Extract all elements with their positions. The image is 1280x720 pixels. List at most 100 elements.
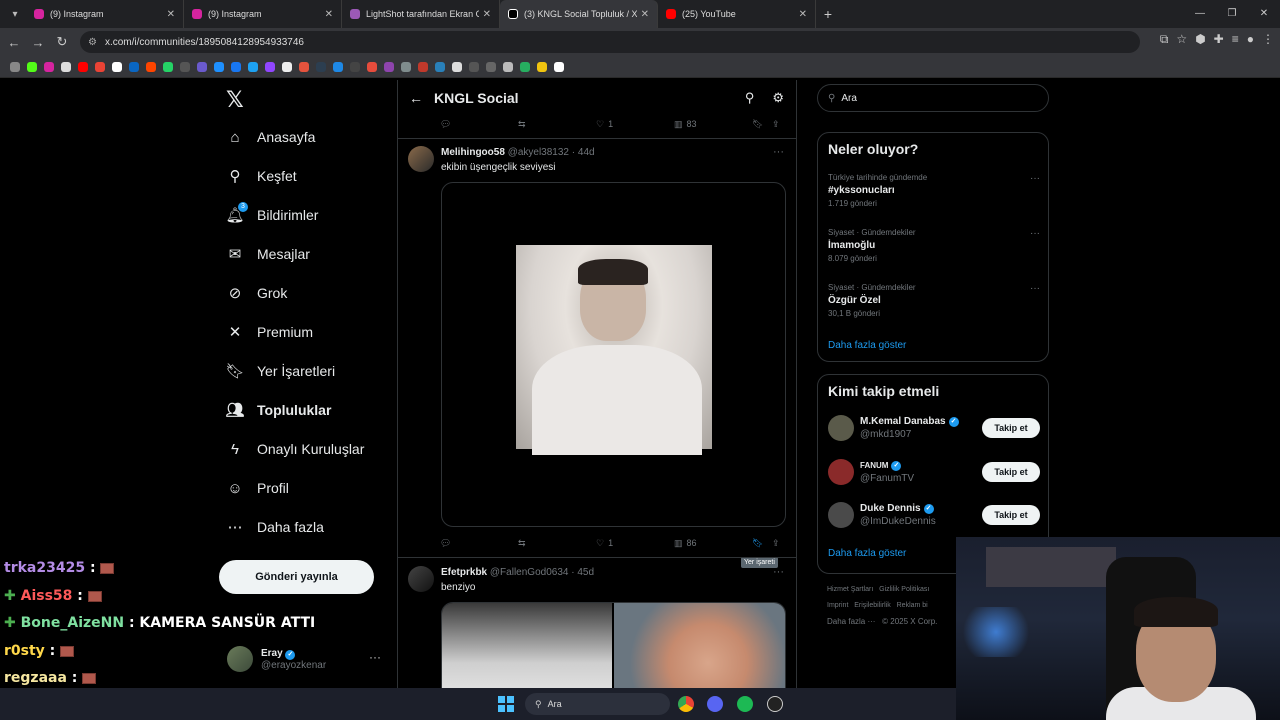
bookmark-icon[interactable] — [265, 61, 275, 72]
tweet-video[interactable] — [441, 182, 786, 527]
apps-icon[interactable] — [10, 61, 20, 72]
gear-icon[interactable]: ⚙ — [772, 90, 784, 106]
tweet-author[interactable]: Melihingoo58 — [441, 147, 505, 158]
nav-item-premium[interactable]: ✕ Premium — [226, 323, 313, 341]
search-input[interactable]: ⚲ Ara — [817, 84, 1049, 112]
bookmark-icon[interactable] — [214, 61, 224, 72]
views-button[interactable]: ▥ 83 — [674, 119, 697, 130]
nav-item-bookmarks[interactable]: 🔖︎ Yer İşaretleri — [225, 362, 335, 380]
nav-item-profile[interactable]: ☺ Profil — [226, 479, 289, 497]
like-button[interactable]: ♡ 1 — [596, 119, 613, 130]
back-arrow-icon[interactable]: ← — [2, 35, 26, 50]
bookmark-icon[interactable] — [554, 61, 564, 72]
spotify-icon[interactable] — [737, 696, 753, 712]
tweet-time[interactable]: · 44d — [572, 147, 595, 158]
close-icon[interactable]: ✕ — [799, 9, 807, 20]
avatar[interactable] — [408, 566, 434, 592]
bookmark-icon[interactable] — [197, 61, 207, 72]
bookmark-icon[interactable] — [452, 61, 462, 72]
bookmark-icon[interactable] — [435, 61, 445, 72]
bookmark-icon[interactable] — [503, 61, 513, 72]
bookmark-icon[interactable] — [384, 61, 394, 72]
obs-icon[interactable] — [767, 696, 783, 712]
tweet-author[interactable]: Efetprkbk — [441, 567, 487, 578]
retweet-icon[interactable]: ⇆ — [518, 119, 526, 130]
bookmark-icon[interactable] — [95, 61, 105, 72]
more-icon[interactable]: ··· — [1030, 173, 1040, 184]
chrome-icon[interactable] — [678, 696, 694, 712]
bookmark-icon[interactable] — [78, 61, 88, 72]
bookmark-icon[interactable] — [537, 61, 547, 72]
footer-links[interactable]: Imprint Erişilebilirlik Reklam bi — [827, 602, 928, 609]
nav-item-communities[interactable]: 👥︎ Topluluklar — [225, 401, 331, 419]
footer-links[interactable]: Daha fazla ··· © 2025 X Corp. — [827, 617, 937, 626]
show-more-link[interactable]: Daha fazla göster — [828, 340, 906, 351]
url-input[interactable]: ⚙ x.com/i/communities/189508412895493374… — [80, 31, 1140, 53]
follow-suggestion[interactable]: M.Kemal Danabas ✓ @mkd1907 Takip et — [828, 413, 1040, 443]
nav-item-grok[interactable]: ⊘ Grok — [226, 284, 288, 302]
tweet-time[interactable]: · 45d — [571, 567, 594, 578]
tweet-images[interactable] — [441, 602, 786, 688]
browser-tab[interactable]: (25) YouTube ✕ — [658, 0, 816, 28]
nav-item-verified-orgs[interactable]: ϟ Onaylı Kuruluşlar — [226, 440, 364, 458]
reply-icon[interactable]: 💬︎ — [440, 119, 451, 130]
nav-item-home[interactable]: ⌂ Anasayfa — [226, 128, 315, 146]
bookmark-icon[interactable] — [486, 61, 496, 72]
show-more-link[interactable]: Daha fazla göster — [828, 548, 906, 559]
trend-item[interactable]: Siyaset · Gündemdekiler İmamoğlu 8.079 g… — [828, 228, 1040, 263]
close-window-icon[interactable]: ✕ — [1248, 0, 1280, 28]
bookmark-icon[interactable] — [163, 61, 173, 72]
more-icon[interactable]: ··· — [773, 146, 784, 158]
tweet-image[interactable] — [442, 603, 614, 688]
close-icon[interactable]: ✕ — [325, 9, 333, 20]
media-icon[interactable]: ≡ — [1232, 32, 1239, 47]
bookmark-icon[interactable] — [129, 61, 139, 72]
extension-icon[interactable]: ⬢ — [1195, 32, 1205, 47]
bookmark-icon[interactable] — [316, 61, 326, 72]
post-button[interactable]: Gönderi yayınla — [219, 560, 374, 594]
reply-icon[interactable]: 💬︎ — [440, 538, 451, 549]
follow-suggestion[interactable]: FANUM ✓ @FanumTV Takip et — [828, 457, 1040, 487]
bookmark-icon[interactable] — [469, 61, 479, 72]
nav-item-explore[interactable]: ⚲ Keşfet — [226, 167, 297, 185]
nav-item-notifications[interactable]: 🔔︎ 3 Bildirimler — [225, 202, 318, 224]
windows-start-icon[interactable] — [498, 696, 514, 712]
follow-button[interactable]: Takip et — [982, 505, 1040, 525]
follow-suggestion[interactable]: Duke Dennis ✓ @ImDukeDennis Takip et — [828, 500, 1040, 530]
trend-item[interactable]: Türkiye tarihinde gündemde #ykssonucları… — [828, 173, 1040, 208]
bookmark-icon[interactable] — [27, 61, 37, 72]
browser-tab-active[interactable]: (3) KNGL Social Topluluk / X ✕ — [500, 0, 658, 28]
menu-icon[interactable]: ⋮ — [1262, 32, 1274, 47]
more-icon[interactable]: ··· — [1030, 283, 1040, 294]
bookmark-icon[interactable] — [282, 61, 292, 72]
footer-links[interactable]: Hizmet Şartları Gizlilik Politikası — [827, 586, 929, 593]
share-icon[interactable]: ⇪ — [772, 538, 780, 549]
tab-search-icon[interactable]: ▾ — [4, 4, 26, 24]
bookmark-icon[interactable] — [231, 61, 241, 72]
nav-item-messages[interactable]: ✉ Mesajlar — [226, 245, 310, 263]
bookmark-icon[interactable] — [248, 61, 258, 72]
x-logo-icon[interactable]: 𝕏 — [226, 88, 244, 113]
bookmark-icon[interactable]: 🔖︎ — [752, 538, 763, 549]
maximize-icon[interactable]: ❐ — [1216, 0, 1248, 28]
account-switcher[interactable]: Eray ✓ @erayozkenar ··· — [227, 644, 387, 674]
like-button[interactable]: ♡ 1 — [596, 538, 613, 549]
search-icon[interactable]: ⚲ — [745, 90, 755, 106]
bookmark-icon[interactable] — [299, 61, 309, 72]
bookmark-icon[interactable] — [44, 61, 54, 72]
minimize-icon[interactable]: — — [1184, 0, 1216, 28]
follow-button[interactable]: Takip et — [982, 462, 1040, 482]
more-icon[interactable]: ··· — [773, 566, 784, 578]
back-arrow-icon[interactable]: ← — [398, 90, 434, 106]
tweet-image[interactable] — [613, 603, 785, 688]
bookmark-icon[interactable] — [112, 61, 122, 72]
close-icon[interactable]: ✕ — [483, 9, 491, 20]
bookmark-icon[interactable]: 🔖︎ — [752, 119, 763, 130]
forward-arrow-icon[interactable]: → — [26, 35, 50, 50]
bookmark-icon[interactable] — [520, 61, 530, 72]
close-icon[interactable]: ✕ — [167, 9, 175, 20]
more-icon[interactable]: ··· — [369, 650, 381, 664]
trend-item[interactable]: Siyaset · Gündemdekiler Özgür Özel 30,1 … — [828, 283, 1040, 318]
reload-icon[interactable]: ↻ — [50, 34, 74, 50]
tweet-handle[interactable]: @FallenGod0634 — [490, 567, 569, 578]
